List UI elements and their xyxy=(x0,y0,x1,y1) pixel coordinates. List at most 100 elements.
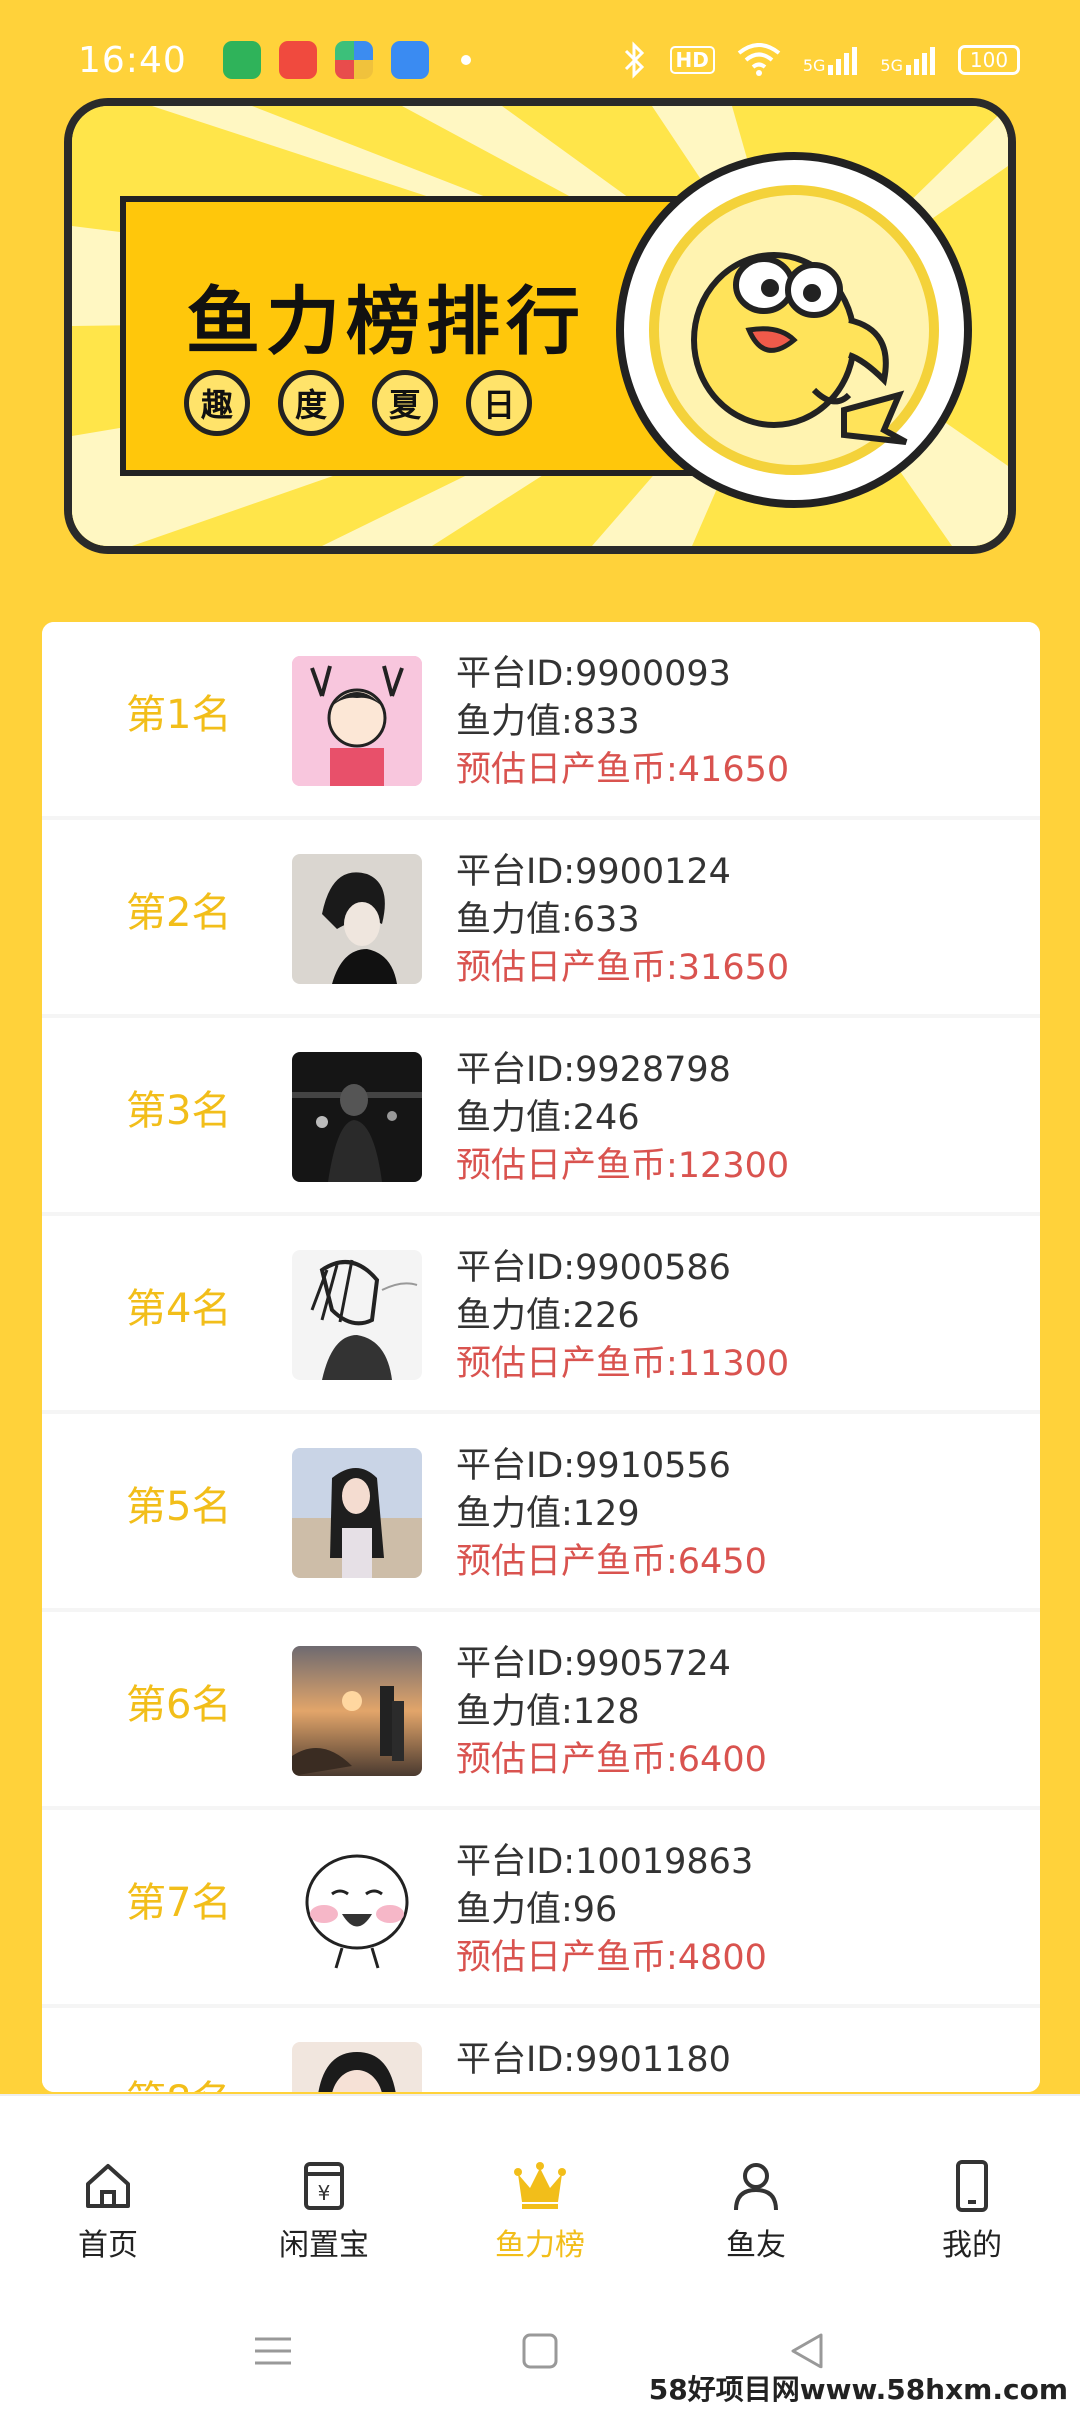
estimated-coins: 预估日产鱼币:6450 xyxy=(456,1542,767,1582)
status-right: HD 5G 5G 100 xyxy=(622,41,1020,79)
nav-label: 鱼友 xyxy=(726,2228,786,2263)
menu-icon[interactable] xyxy=(253,2331,293,2371)
rank-label: 第6名 xyxy=(126,1682,232,1728)
shield-app-icon xyxy=(222,41,261,79)
avatar-image-icon xyxy=(292,2042,422,2092)
fish-power: 鱼力值:96 xyxy=(456,1890,618,1930)
platform-id: 平台ID:9928798 xyxy=(456,1050,731,1090)
platform-id: 平台ID:9910556 xyxy=(456,1446,731,1486)
rank-info: 平台ID:10019863 鱼力值:96 预估日产鱼币:4800 xyxy=(456,1838,767,1982)
estimated-coins: 预估日产鱼币:6400 xyxy=(456,1740,767,1780)
more-notifications-dot xyxy=(460,55,471,65)
nav-label: 我的 xyxy=(942,2228,1002,2263)
nav-label: 首页 xyxy=(78,2228,138,2263)
estimated-coins: 预估日产鱼币:4800 xyxy=(456,1938,767,1978)
rank-info: 平台ID:9901180 xyxy=(456,2036,731,2084)
nav-mine[interactable]: 我的 xyxy=(864,2096,1080,2292)
fish-power: 鱼力值:226 xyxy=(456,1296,640,1336)
rank-info: 平台ID:9905724 鱼力值:128 预估日产鱼币:6400 xyxy=(456,1640,767,1784)
nav-idle-treasure[interactable]: ¥ 闲置宝 xyxy=(216,2096,432,2292)
platform-id: 平台ID:9905724 xyxy=(456,1644,731,1684)
rank-label: 第2名 xyxy=(126,890,232,936)
avatar xyxy=(292,1646,422,1776)
avatar-image-icon xyxy=(292,1052,422,1182)
rank-label: 第1名 xyxy=(126,692,232,738)
notes-app-icon xyxy=(390,41,429,79)
banner-badge: 趣 xyxy=(184,370,250,436)
phone-icon xyxy=(956,2160,988,2212)
pinwheel-app-icon xyxy=(334,41,373,79)
ranking-row[interactable]: 第4名 平台ID:9900586 鱼力值:226 预估日产鱼币:11300 xyxy=(42,1216,1040,1410)
fish-power: 鱼力值:128 xyxy=(456,1692,640,1732)
avatar-image-icon xyxy=(292,854,422,984)
ranking-row[interactable]: 第3名 平台ID:9928798 鱼力值:246 预估日产鱼币:12300 xyxy=(42,1018,1040,1212)
nav-label: 鱼力榜 xyxy=(495,2228,585,2263)
avatar xyxy=(292,1448,422,1578)
home-square-icon[interactable] xyxy=(520,2331,560,2371)
ranking-row[interactable]: 第8名 平台ID:9901180 xyxy=(42,2008,1040,2092)
wifi-icon xyxy=(737,43,781,76)
signal-bars-icon xyxy=(828,47,858,75)
estimated-coins: 预估日产鱼币:31650 xyxy=(456,948,790,988)
estimated-coins: 预估日产鱼币:41650 xyxy=(456,750,790,790)
ranking-row[interactable]: 第7名 平台ID:10019863 鱼力值:96 预估日产鱼币:4800 xyxy=(42,1810,1040,2004)
avatar-image-icon xyxy=(292,1844,422,1974)
watermark: 58好项目网www.58hxm.com xyxy=(642,2368,1074,2408)
ranking-row[interactable]: 第5名 平台ID:9910556 鱼力值:129 预估日产鱼币:6450 xyxy=(42,1414,1040,1608)
signal-5g-2: 5G xyxy=(880,45,936,75)
banner-badges: 趣 度 夏 日 xyxy=(184,370,532,436)
rank-label: 第5名 xyxy=(126,1484,232,1530)
avatar xyxy=(292,656,422,786)
ranking-list[interactable]: 第1名 平台ID:9900093 鱼力值:833 预估日产鱼币:41650 第2… xyxy=(42,622,1040,2092)
avatar xyxy=(292,854,422,984)
platform-id: 平台ID:9901180 xyxy=(456,2040,731,2080)
back-triangle-icon[interactable] xyxy=(787,2331,827,2371)
avatar-image-icon xyxy=(292,656,422,786)
rank-label: 第3名 xyxy=(126,1088,232,1134)
ranking-banner: 鱼力榜排行 趣 度 夏 日 xyxy=(64,98,1016,554)
rank-info: 平台ID:9900093 鱼力值:833 预估日产鱼币:41650 xyxy=(456,650,789,794)
avatar xyxy=(292,1844,422,1974)
network-type-2: 5G xyxy=(880,56,903,75)
platform-id: 平台ID:9900124 xyxy=(456,852,731,892)
battery-indicator: 100 xyxy=(958,45,1020,75)
estimated-coins: 预估日产鱼币:11300 xyxy=(456,1344,790,1384)
person-icon xyxy=(734,2163,778,2211)
banner-badge: 度 xyxy=(278,370,344,436)
rank-info: 平台ID:9910556 鱼力值:129 预估日产鱼币:6450 xyxy=(456,1442,767,1586)
platform-id: 平台ID:10019863 xyxy=(456,1842,754,1882)
banner-title: 鱼力榜排行 xyxy=(186,279,586,365)
avatar-image-icon xyxy=(292,1250,422,1380)
nav-fish-friends[interactable]: 鱼友 xyxy=(648,2096,864,2292)
status-left: 16:40 xyxy=(78,40,471,81)
banner-badge: 夏 xyxy=(372,370,438,436)
ranking-row[interactable]: 第2名 平台ID:9900124 鱼力值:633 预估日产鱼币:31650 xyxy=(42,820,1040,1014)
avatar-image-icon xyxy=(292,1646,422,1776)
nav-label: 闲置宝 xyxy=(279,2228,369,2263)
banner-badge: 日 xyxy=(466,370,532,436)
status-time: 16:40 xyxy=(78,39,187,81)
wallet-icon: ¥ xyxy=(304,2162,344,2210)
crown-icon xyxy=(514,2162,566,2209)
ranking-row[interactable]: 第1名 平台ID:9900093 鱼力值:833 预估日产鱼币:41650 xyxy=(42,622,1040,816)
fish-mascot-icon xyxy=(649,185,939,475)
rank-label: 第4名 xyxy=(126,1286,232,1332)
fish-mascot xyxy=(616,152,972,508)
rank-info: 平台ID:9900586 鱼力值:226 预估日产鱼币:11300 xyxy=(456,1244,789,1388)
video-app-icon xyxy=(278,41,317,79)
ranking-row[interactable]: 第6名 平台ID:9905724 鱼力值:128 预估日产鱼币:6400 xyxy=(42,1612,1040,1806)
rank-label: 第8名 xyxy=(126,2068,231,2092)
rank-label: 第7名 xyxy=(126,1880,232,1926)
hd-badge: HD xyxy=(669,46,715,74)
nav-fish-power-ranking[interactable]: 鱼力榜 xyxy=(432,2096,648,2292)
fish-power: 鱼力值:633 xyxy=(456,900,640,940)
nav-home[interactable]: 首页 xyxy=(0,2096,216,2292)
signal-5g-1: 5G xyxy=(803,45,859,75)
fish-power: 鱼力值:129 xyxy=(456,1494,640,1534)
signal-bars-icon xyxy=(906,47,935,75)
bluetooth-icon xyxy=(624,41,644,79)
fish-power: 鱼力值:246 xyxy=(456,1098,640,1138)
avatar-image-icon xyxy=(292,1448,422,1578)
avatar xyxy=(292,1250,422,1380)
home-icon xyxy=(86,2164,130,2208)
